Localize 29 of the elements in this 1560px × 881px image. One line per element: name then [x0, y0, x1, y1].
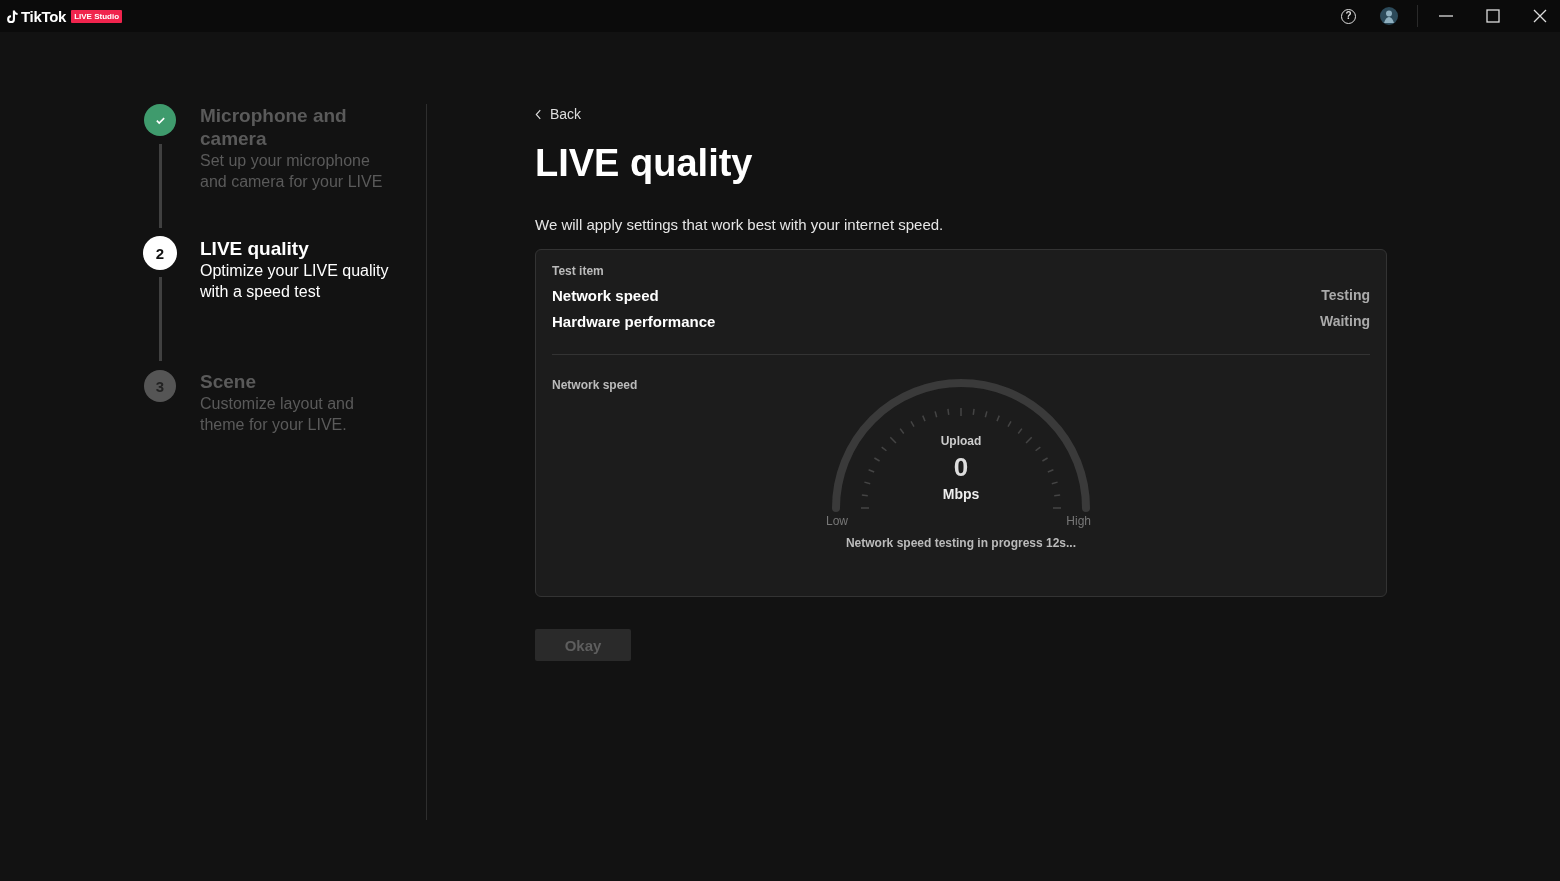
step-description: Optimize your LIVE quality with a speed test — [200, 261, 390, 302]
gauge-value: 0 — [952, 452, 970, 483]
test-item-name: Network speed — [552, 287, 659, 304]
step-title: LIVE quality — [200, 237, 310, 260]
gauge-unit: Mbps — [941, 486, 981, 502]
page-title: LIVE quality — [535, 141, 754, 186]
progress-text: Network speed testing in progress 12s... — [844, 536, 1078, 550]
test-item-name: Hardware performance — [552, 313, 716, 330]
app-name: TikTok — [21, 7, 67, 25]
test-item-status: Waiting — [1319, 313, 1370, 330]
avatar-icon[interactable] — [1379, 6, 1399, 26]
gauge-caption: Upload — [939, 434, 983, 448]
step-description: Customize layout and theme for your LIVE. — [200, 394, 355, 435]
step-title: Scene — [200, 370, 257, 393]
back-button[interactable]: Back — [535, 106, 582, 122]
section-label: Network speed — [552, 378, 639, 392]
maximize-icon[interactable] — [1485, 8, 1501, 24]
step-number: 2 — [155, 244, 165, 262]
test-item-status: Testing — [1321, 287, 1370, 304]
close-icon[interactable] — [1532, 8, 1548, 24]
chevron-left-icon — [535, 108, 542, 120]
live-studio-badge: LIVE Studio — [71, 9, 123, 23]
step-description: Set up your microphone and camera for your LIVE — [200, 151, 384, 192]
step-title: Microphone and camera — [200, 104, 348, 150]
gauge-high-label: High — [1066, 514, 1091, 528]
tiktok-logo-icon — [5, 8, 19, 24]
test-item-header: Test item — [552, 264, 605, 278]
intro-text: We will apply settings that work best with your internet speed. — [535, 216, 945, 233]
gauge-low-label: Low — [826, 514, 848, 528]
